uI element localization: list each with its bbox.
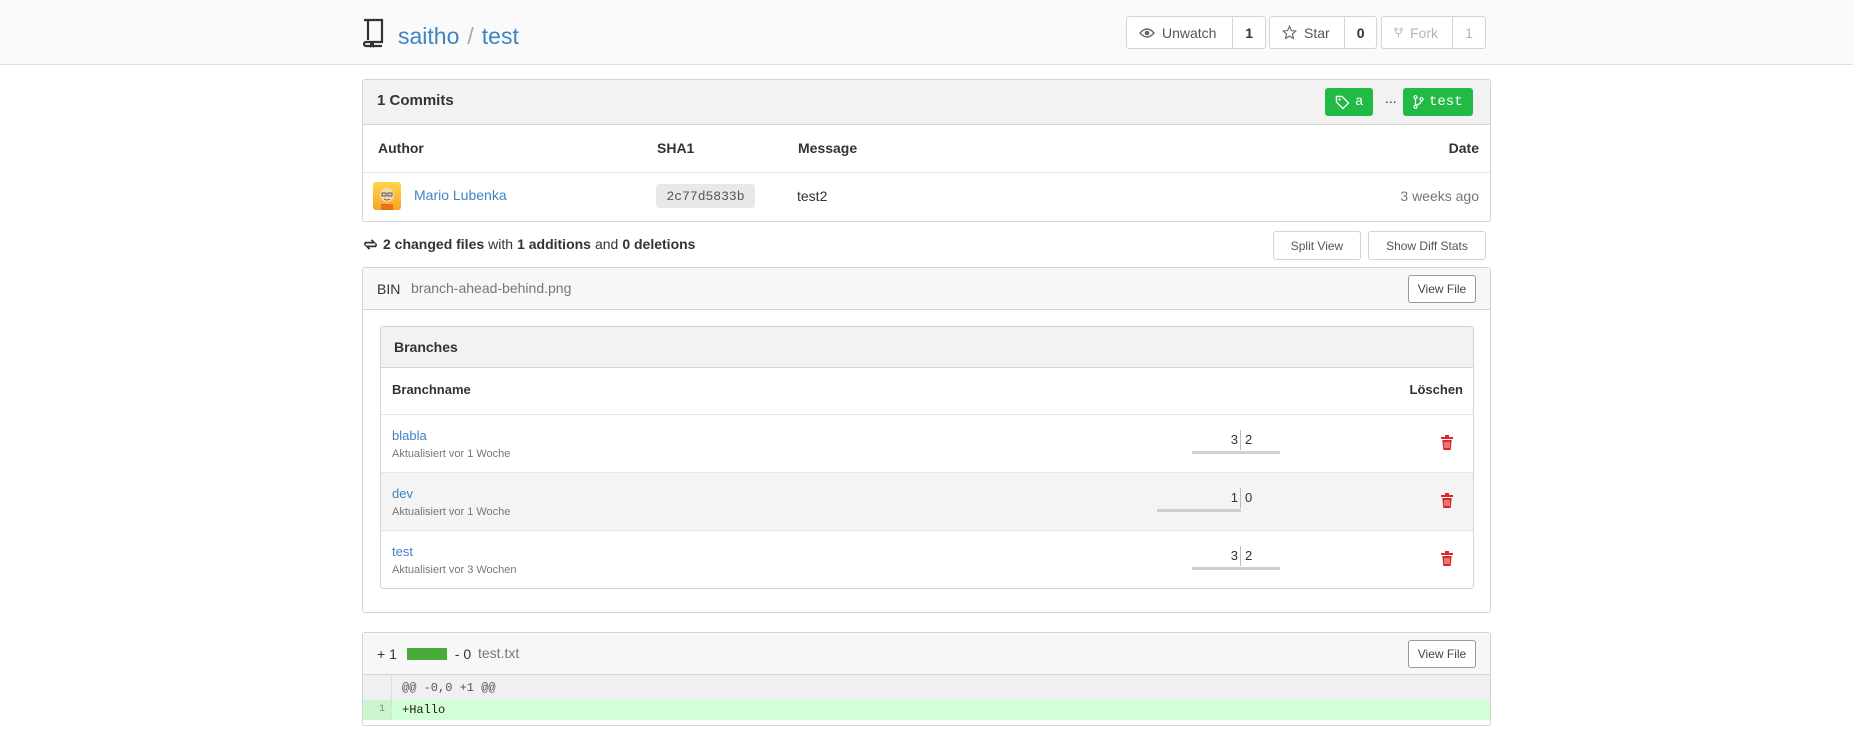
commit-date: 3 weeks ago (1400, 188, 1479, 204)
file-header: BIN branch-ahead-behind.png View File (363, 268, 1490, 310)
ahead-behind-bar (1192, 451, 1280, 454)
star-button-group[interactable]: Star 0 (1269, 16, 1377, 49)
view-file-button[interactable]: View File (1408, 275, 1476, 303)
commit-sha-badge[interactable]: 2c77d5833b (656, 184, 755, 208)
branch-icon (1413, 95, 1424, 109)
star-icon (1282, 25, 1297, 40)
line-code: +Hallo (402, 703, 446, 717)
fork-button-group[interactable]: Fork 1 (1381, 16, 1486, 49)
changed-files-count: 2 changed files (383, 236, 485, 252)
ahead-count: 3 (1230, 432, 1238, 447)
file-panel-binary: BIN branch-ahead-behind.png View File Br… (362, 267, 1491, 613)
repo-name-link[interactable]: test (482, 23, 519, 49)
eye-icon (1139, 27, 1155, 38)
diff-stat-bar (406, 648, 447, 660)
avatar[interactable] (373, 182, 401, 210)
file-name: branch-ahead-behind.png (411, 280, 572, 296)
image-preview: Branches Branchname Löschen blabla Aktua… (380, 326, 1474, 589)
column-date: Date (1448, 140, 1479, 156)
fork-label: Fork (1410, 24, 1438, 41)
ahead-count: 3 (1230, 548, 1238, 563)
file-name: test.txt (478, 645, 520, 661)
deletions-count: 0 deletions (622, 236, 696, 252)
binary-label: BIN (377, 281, 401, 297)
repo-owner-link[interactable]: saitho (398, 23, 459, 49)
commit-author-link[interactable]: Mario Lubenka (414, 187, 507, 203)
watch-count[interactable]: 1 (1233, 17, 1265, 48)
repo-header: saitho / test Unwatch 1 Star 0 Fork 1 (0, 0, 1853, 65)
unwatch-button[interactable]: Unwatch (1127, 17, 1234, 48)
ahead-behind-divider (1240, 546, 1241, 566)
fork-count[interactable]: 1 (1453, 17, 1485, 48)
file-deletions: - 0 (454, 646, 472, 662)
commits-panel: 1 Commits a ... test Author SHA1 Message… (362, 79, 1491, 222)
branch-label: test (1429, 94, 1463, 110)
column-author: Author (378, 140, 424, 156)
ahead-count: 1 (1230, 490, 1238, 505)
diff-hunk-header: @@ -0,0 +1 @@ (363, 675, 1490, 700)
branch-row: dev Aktualisiert vor 1 Woche 1 0 (381, 472, 1473, 530)
tag-icon (1335, 95, 1350, 110)
divider (363, 172, 1490, 173)
ahead-behind-divider (1240, 430, 1241, 450)
avatar-face-icon (380, 188, 394, 210)
file-panel-diff: + 1 - 0 test.txt View File @@ -0,0 +1 @@… (362, 632, 1491, 726)
fork-icon (1394, 27, 1403, 37)
column-sha: SHA1 (657, 140, 695, 156)
column-branchname: Branchname (392, 382, 471, 397)
sync-icon (364, 238, 377, 250)
trash-icon[interactable] (1441, 435, 1453, 450)
ahead-behind-bar (1157, 509, 1241, 512)
line-gutter (363, 675, 392, 700)
branch-updated: Aktualisiert vor 1 Woche (392, 448, 511, 460)
diff-summary: 2 changed files with 1 additions and 0 d… (363, 236, 699, 252)
repo-separator: / (467, 23, 474, 49)
hunk-text: @@ -0,0 +1 @@ (402, 681, 496, 695)
commits-title: 1 Commits (377, 92, 454, 109)
tag-label: a (1355, 94, 1364, 110)
branch-name-link[interactable]: test (392, 544, 413, 559)
branch-updated: Aktualisiert vor 3 Wochen (392, 564, 517, 576)
diff-file-stats: + 1 - 0 (377, 646, 471, 662)
ahead-behind-divider (1240, 488, 1241, 508)
diff-file-header: + 1 - 0 test.txt View File (363, 633, 1490, 675)
branch-row: blabla Aktualisiert vor 1 Woche 3 2 (381, 414, 1473, 472)
summary-with: with (488, 236, 514, 252)
additions-count: 1 additions (517, 236, 591, 252)
branch-name-link[interactable]: blabla (392, 428, 427, 443)
branch-row: test Aktualisiert vor 3 Wochen 3 2 (381, 530, 1473, 588)
show-diff-stats-button[interactable]: Show Diff Stats (1368, 231, 1486, 260)
branches-header: Branches (381, 327, 1473, 368)
summary-and: and (594, 236, 619, 252)
column-message: Message (798, 140, 858, 156)
branch-updated: Aktualisiert vor 1 Woche (392, 506, 511, 518)
commit-message: test2 (797, 188, 828, 204)
watch-button-group[interactable]: Unwatch 1 (1126, 16, 1266, 49)
compare-ellipsis: ... (1385, 90, 1397, 106)
trash-icon[interactable] (1441, 551, 1453, 566)
trash-icon[interactable] (1441, 493, 1453, 508)
repo-title: saitho / test (398, 20, 519, 52)
column-delete: Löschen (1409, 382, 1463, 397)
repo-book-icon (362, 18, 384, 48)
star-button[interactable]: Star (1270, 17, 1346, 48)
star-label: Star (1304, 24, 1330, 41)
diff-added-line: 1 +Hallo (363, 700, 1490, 720)
file-additions: + 1 (377, 646, 397, 662)
ahead-behind-bar (1192, 567, 1280, 570)
commits-header: 1 Commits a ... test (363, 80, 1490, 125)
line-number[interactable]: 1 (363, 700, 392, 720)
behind-count: 2 (1245, 548, 1253, 563)
tag-button[interactable]: a (1325, 88, 1374, 116)
behind-count: 2 (1245, 432, 1253, 447)
star-count[interactable]: 0 (1345, 17, 1376, 48)
behind-count: 0 (1245, 490, 1253, 505)
split-view-button[interactable]: Split View (1273, 231, 1361, 260)
branch-button[interactable]: test (1403, 88, 1473, 116)
view-file-button[interactable]: View File (1408, 640, 1476, 668)
fork-button[interactable]: Fork (1382, 17, 1453, 48)
branch-name-link[interactable]: dev (392, 486, 413, 501)
branches-title: Branches (394, 339, 458, 355)
unwatch-label: Unwatch (1162, 24, 1217, 41)
